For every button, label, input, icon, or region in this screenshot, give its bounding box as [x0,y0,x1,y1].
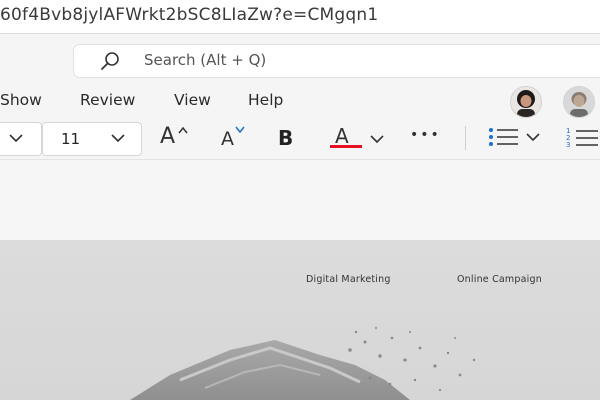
numbering-icon: 1 2 3 [566,127,598,149]
document-page[interactable]: Digital Marketing Online Campaign [0,240,600,400]
chevron-down-icon [9,134,23,143]
menu-review[interactable]: Review [80,91,135,109]
grow-font-icon: A [160,124,176,149]
caret-down-icon [235,126,245,134]
bullets-icon [489,128,518,146]
document-canvas [0,160,600,240]
bullets-button[interactable] [488,126,546,150]
font-name-dropdown[interactable] [0,122,42,156]
more-icon: ••• [410,127,441,143]
shrink-font-icon: A [221,128,234,150]
avatar[interactable] [563,86,595,118]
more-options-button[interactable]: ••• [410,126,440,150]
svg-text:3: 3 [566,141,570,149]
shrink-font-button[interactable]: A [221,126,253,152]
menu-show[interactable]: Show [0,91,42,109]
address-text[interactable]: 60f4Bvb8jylAFWrkt2bSC8LIaZw?e=CMgqn1 [0,5,378,25]
font-size-dropdown[interactable]: 11 [42,122,142,156]
menu-help[interactable]: Help [248,91,283,109]
menu-view[interactable]: View [174,91,211,109]
numbering-button[interactable]: 1 2 3 [566,126,600,150]
address-bar[interactable]: 60f4Bvb8jylAFWrkt2bSC8LIaZw?e=CMgqn1 [0,0,600,34]
caret-up-icon [178,126,188,134]
chevron-down-icon [526,133,540,142]
bold-button[interactable]: B [278,126,300,152]
avatar[interactable] [510,86,542,118]
bold-icon: B [278,126,294,150]
search-input[interactable]: Search (Alt + Q) [144,51,266,69]
doc-nav-online-campaign: Online Campaign [457,274,542,285]
font-size-value: 11 [61,130,81,148]
search-icon [101,52,119,70]
font-color-swatch [330,145,362,148]
font-color-button[interactable]: A [330,124,390,152]
doc-nav-digital-marketing: Digital Marketing [306,274,391,285]
chevron-down-icon [111,134,125,143]
rock-image [130,327,476,400]
chevron-down-icon [370,135,384,144]
search-box[interactable]: Search (Alt + Q) [73,44,600,78]
toolbar-divider [465,126,466,150]
grow-font-button[interactable]: A [160,124,192,152]
